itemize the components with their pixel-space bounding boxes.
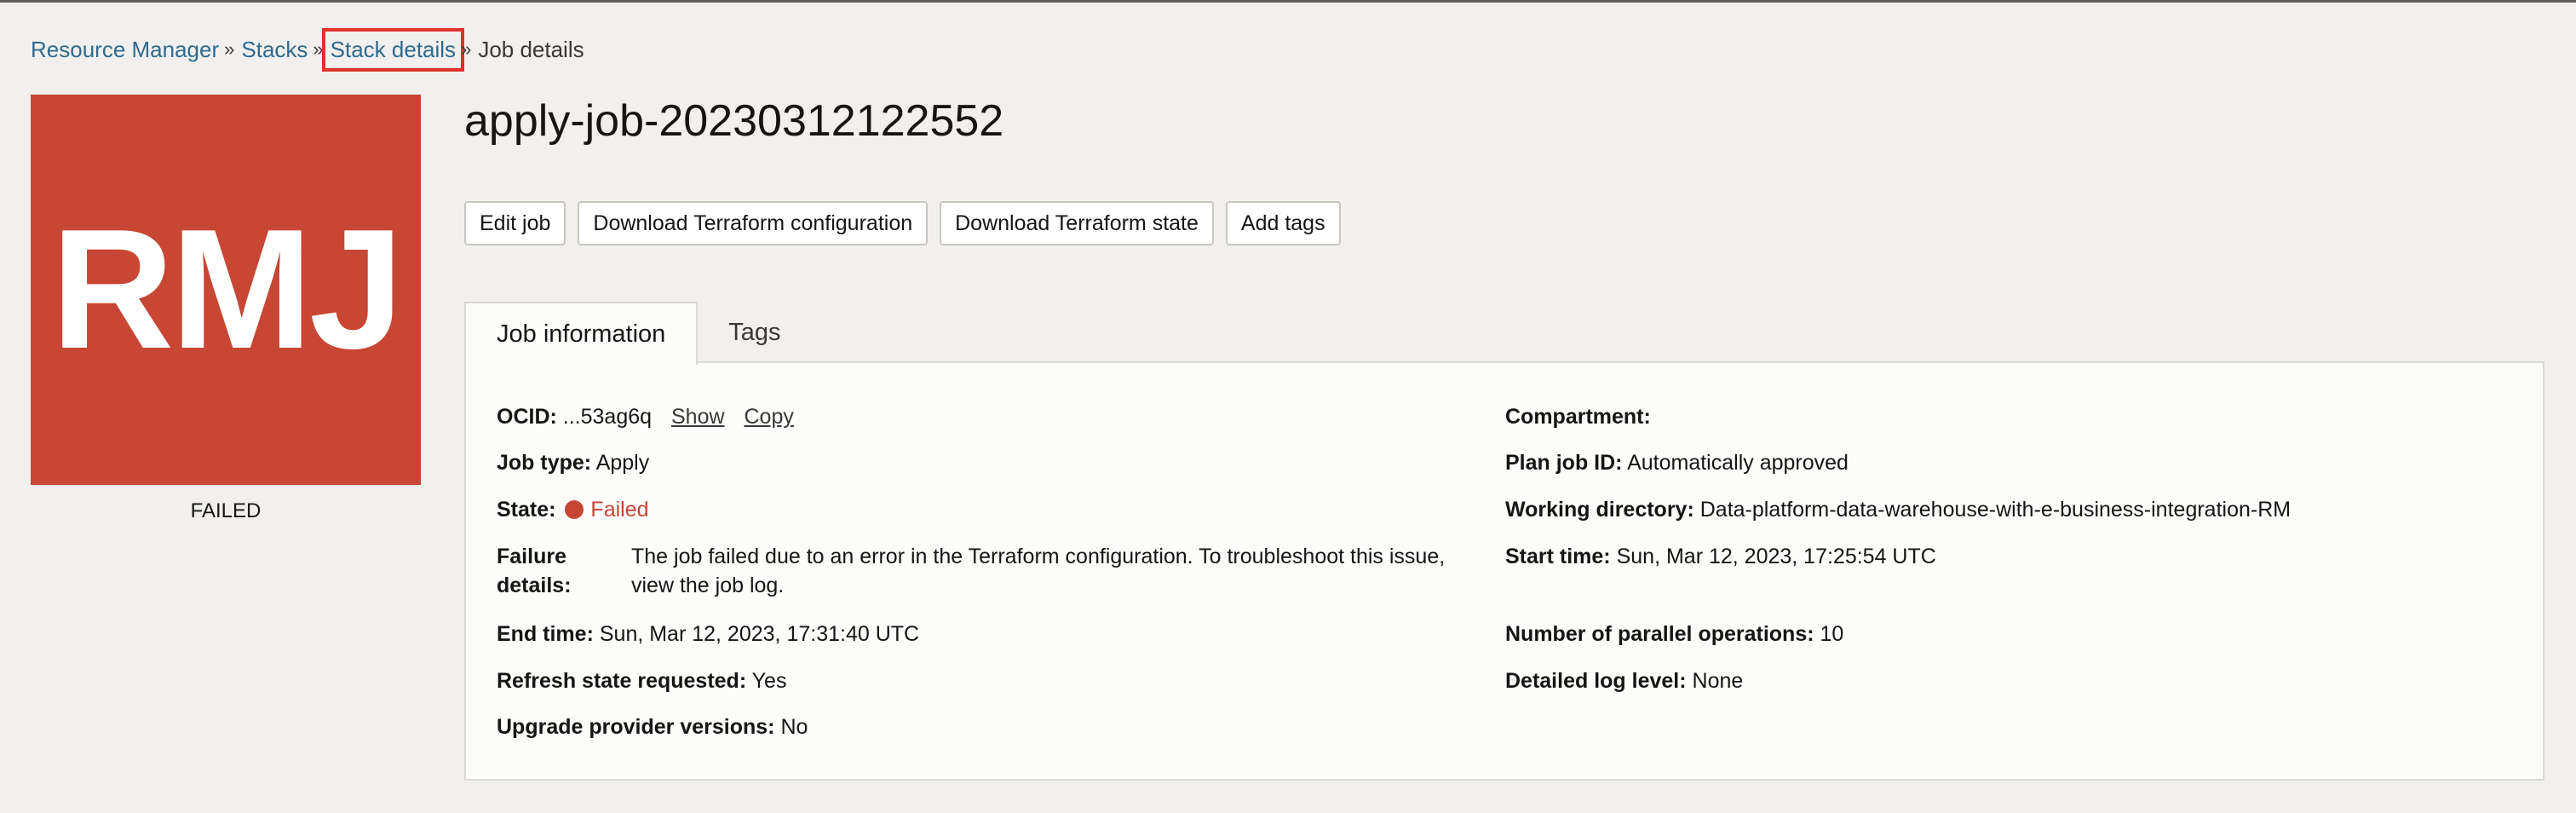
log-level-label: Detailed log level: bbox=[1505, 669, 1687, 693]
working-directory-value: Data-platform-data-warehouse-with-e-busi… bbox=[1699, 498, 2291, 522]
state-label: State: bbox=[497, 498, 556, 522]
working-directory-label: Working directory: bbox=[1505, 498, 1694, 522]
failure-details-label: Failure details: bbox=[497, 545, 572, 597]
breadcrumb-separator: » bbox=[224, 38, 235, 60]
job-type-field: Job type: Apply bbox=[497, 448, 649, 477]
upgrade-provider-field: Upgrade provider versions: No bbox=[497, 712, 808, 741]
job-type-label: Job type: bbox=[497, 451, 592, 475]
breadcrumb: Resource Manager » Stacks » Stack detail… bbox=[31, 27, 584, 72]
start-time-field: Start time: Sun, Mar 12, 2023, 17:25:54 … bbox=[1505, 542, 1936, 571]
working-directory-field: Working directory: Data-platform-data-wa… bbox=[1505, 495, 2291, 524]
compartment-field: Compartment: bbox=[1505, 402, 1651, 431]
log-level-field: Detailed log level: None bbox=[1505, 666, 1743, 695]
breadcrumb-resource-manager[interactable]: Resource Manager bbox=[31, 37, 219, 63]
job-badge: RMJ bbox=[31, 95, 421, 485]
failure-details-field: Failure details: The job failed due to a… bbox=[497, 542, 1483, 600]
job-type-value: Apply bbox=[595, 451, 650, 475]
start-time-label: Start time: bbox=[1505, 545, 1611, 568]
breadcrumb-separator: » bbox=[313, 38, 324, 60]
plan-job-id-field: Plan job ID: Automatically approved bbox=[1505, 448, 1849, 477]
breadcrumb-separator: » bbox=[461, 38, 472, 60]
page-title: apply-job-20230312122552 bbox=[464, 96, 1004, 146]
top-border bbox=[0, 0, 2576, 3]
refresh-state-label: Refresh state requested: bbox=[497, 669, 747, 693]
ocid-field: OCID: ...53ag6q Show Copy bbox=[497, 402, 794, 431]
parallel-operations-label: Number of parallel operations: bbox=[1505, 622, 1814, 646]
ocid-label: OCID: bbox=[497, 405, 557, 429]
end-time-value: Sun, Mar 12, 2023, 17:31:40 UTC bbox=[599, 622, 920, 646]
refresh-state-field: Refresh state requested: Yes bbox=[497, 666, 786, 695]
tab-job-information[interactable]: Job information bbox=[464, 302, 699, 365]
state-field: State: Failed bbox=[497, 495, 649, 524]
log-level-value: None bbox=[1692, 669, 1744, 693]
edit-job-button[interactable]: Edit job bbox=[464, 201, 566, 245]
parallel-operations-field: Number of parallel operations: 10 bbox=[1505, 620, 1843, 649]
state-value: Failed bbox=[590, 498, 649, 522]
ocid-show-link[interactable]: Show bbox=[671, 405, 725, 429]
job-badge-state: FAILED bbox=[190, 499, 262, 522]
download-terraform-state-button[interactable]: Download Terraform state bbox=[940, 201, 1214, 245]
failure-details-value: The job failed due to an error in the Te… bbox=[631, 545, 1446, 597]
refresh-state-value: Yes bbox=[751, 669, 787, 693]
download-terraform-configuration-button[interactable]: Download Terraform configuration bbox=[578, 201, 929, 245]
tab-bar: Job information Tags bbox=[464, 302, 812, 365]
upgrade-provider-label: Upgrade provider versions: bbox=[497, 715, 775, 739]
ocid-copy-link[interactable]: Copy bbox=[745, 405, 794, 429]
plan-job-id-label: Plan job ID: bbox=[1505, 451, 1623, 475]
parallel-operations-value: 10 bbox=[1820, 622, 1844, 646]
compartment-label: Compartment: bbox=[1505, 405, 1651, 429]
end-time-field: End time: Sun, Mar 12, 2023, 17:31:40 UT… bbox=[497, 620, 919, 649]
ocid-value: ...53ag6q bbox=[562, 405, 653, 429]
failed-status-icon bbox=[565, 500, 584, 519]
job-badge-text: RMJ bbox=[50, 194, 404, 384]
job-information-panel: OCID: ...53ag6q Show Copy Job type: Appl… bbox=[464, 361, 2544, 781]
upgrade-provider-value: No bbox=[780, 715, 808, 739]
action-bar: Edit job Download Terraform configuratio… bbox=[464, 201, 1341, 245]
breadcrumb-stack-details[interactable]: Stack details bbox=[321, 27, 465, 72]
plan-job-id-value: Automatically approved bbox=[1627, 451, 1849, 475]
end-time-label: End time: bbox=[497, 622, 594, 646]
breadcrumb-stacks[interactable]: Stacks bbox=[241, 37, 308, 63]
breadcrumb-current: Job details bbox=[478, 36, 584, 62]
add-tags-button[interactable]: Add tags bbox=[1225, 201, 1341, 245]
tab-tags[interactable]: Tags bbox=[698, 302, 811, 363]
start-time-value: Sun, Mar 12, 2023, 17:25:54 UTC bbox=[1616, 545, 1936, 568]
